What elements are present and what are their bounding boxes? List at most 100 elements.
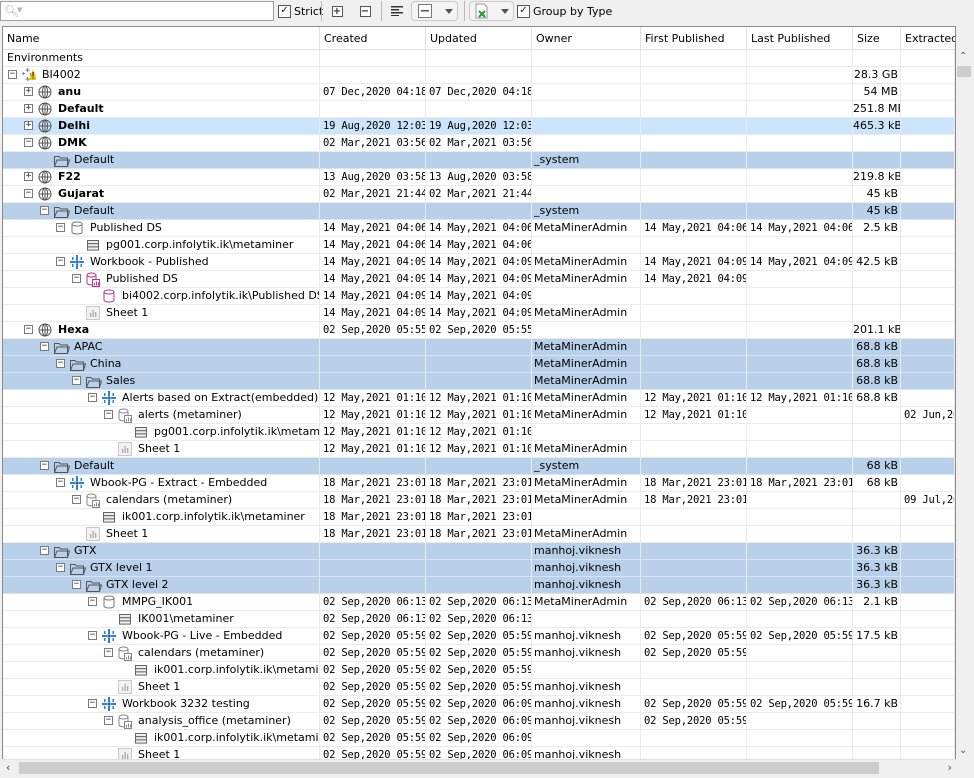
column-header-created[interactable]: Created xyxy=(320,27,426,50)
search-input[interactable] xyxy=(27,3,267,19)
tree-row[interactable]: − GTX level 1 manhoj.viknesh 36.3 kB xyxy=(3,560,955,577)
tree-row[interactable]: − analysis_office (metaminer) 02 Sep,2020 … xyxy=(3,713,955,730)
search-options-caret-icon[interactable]: ▼ xyxy=(17,6,22,14)
column-header-updated[interactable]: Updated xyxy=(426,27,532,50)
column-header-size[interactable]: Size xyxy=(853,27,901,50)
horizontal-scrollbar[interactable]: ‹ › xyxy=(2,759,956,775)
tree-row[interactable]: − APAC MetaMinerAdmin 68.8 kB xyxy=(3,339,955,356)
scroll-right-icon[interactable]: › xyxy=(948,761,952,774)
collapse-toggle-icon[interactable]: − xyxy=(104,410,113,419)
tree-row[interactable]: − Default _system 68 kB xyxy=(3,458,955,475)
tree-row[interactable]: bi4002.corp.infolytik.ik\Published DS 14 … xyxy=(3,288,955,305)
tree-row[interactable]: − MMPG_IK001 02 Sep,2020 06:13 02 Sep,2020 … xyxy=(3,594,955,611)
checkmark-icon[interactable]: ✓ xyxy=(517,4,530,18)
collapse-toggle-icon[interactable]: − xyxy=(72,376,81,385)
tree-row[interactable]: + F22 13 Aug,2020 03:58 13 Aug,2020 03:58 21… xyxy=(3,169,955,186)
tree-row[interactable]: ik001.corp.infolytik.ik\metaminer 02 Sep,… xyxy=(3,730,955,747)
collapse-toggle-icon[interactable]: − xyxy=(40,461,49,470)
collapse-toggle-icon[interactable]: − xyxy=(8,70,17,79)
collapse-toggle-icon[interactable]: − xyxy=(40,342,49,351)
tree-row[interactable]: − Alerts based on Extract(embedded) 12 May… xyxy=(3,390,955,407)
column-header-extracted[interactable]: Extracted xyxy=(901,27,955,50)
tree-row[interactable]: − Wbook-PG - Extract - Embedded 18 Mar,202… xyxy=(3,475,955,492)
scroll-down-icon[interactable]: ⌄ xyxy=(959,745,967,756)
tree-row[interactable]: − calendars (metaminer) 18 Mar,2021 23:01 1… xyxy=(3,492,955,509)
column-header-last-published[interactable]: Last Published xyxy=(747,27,853,50)
tree-row[interactable]: − Workbook 3232 testing 02 Sep,2020 05:59 0… xyxy=(3,696,955,713)
tree-row[interactable]: Environments xyxy=(3,50,955,67)
export-dropdown[interactable] xyxy=(469,1,514,21)
tree-row[interactable]: IK001\metaminer 02 Sep,2020 06:13 02 Sep,2… xyxy=(3,611,955,628)
column-header-first-published[interactable]: First Published xyxy=(641,27,747,50)
tree-row[interactable]: − Workbook - Published 14 May,2021 04:09 14… xyxy=(3,254,955,271)
tree-row[interactable]: − BI4002 28.3 GB xyxy=(3,67,955,84)
tree-row[interactable]: pg001.corp.infolytik.ik\metaminer12 May,… xyxy=(3,424,955,441)
tree-row[interactable]: − alerts (metaminer) 12 May,2021 01:10 12 M… xyxy=(3,407,955,424)
expand-toggle-icon[interactable]: + xyxy=(24,172,33,181)
tree-row[interactable]: Sheet 1 14 May,2021 04:09 14 May,2021 04:0… xyxy=(3,305,955,322)
tree-row[interactable]: pg001.corp.infolytik.ik\metaminer 14 May,… xyxy=(3,237,955,254)
collapse-toggle-icon[interactable]: − xyxy=(40,206,49,215)
strict-checkbox[interactable]: ✓ Strict xyxy=(278,3,323,19)
tree-row[interactable]: − Wbook-PG - Live - Embedded 02 Sep,2020 0… xyxy=(3,628,955,645)
updated-cell xyxy=(426,577,532,593)
tree-row[interactable]: − Default _system 45 kB xyxy=(3,203,955,220)
collapse-toggle-icon[interactable]: − xyxy=(56,478,65,487)
tree-row[interactable]: − China MetaMinerAdmin 68.8 kB xyxy=(3,356,955,373)
collapse-toggle-icon[interactable]: − xyxy=(88,699,97,708)
collapse-toggle-icon[interactable]: − xyxy=(56,257,65,266)
collapse-all-button[interactable]: − xyxy=(357,2,373,20)
tree-row[interactable]: Sheet 1 18 Mar,2021 23:01 18 Mar,2021 23:0… xyxy=(3,526,955,543)
tree-row[interactable]: − Published DS 14 May,2021 04:09 14 May,202… xyxy=(3,271,955,288)
tree-row[interactable]: + anu 07 Dec,2020 04:18 07 Dec,2020 04:18 54… xyxy=(3,84,955,101)
tree-row[interactable]: ik001.corp.infolytik.ik\metaminer 18 Mar,… xyxy=(3,509,955,526)
tree-row[interactable]: Default _system xyxy=(3,152,955,169)
tree-row[interactable]: Sheet 1 12 May,2021 01:10 12 May,2021 01:1… xyxy=(3,441,955,458)
collapse-toggle-icon[interactable]: − xyxy=(104,716,113,725)
scroll-up-icon[interactable]: ⌃ xyxy=(959,51,967,62)
vertical-scrollbar[interactable]: ⌃ ⌄ xyxy=(956,49,972,760)
scroll-left-icon[interactable]: ‹ xyxy=(6,761,10,774)
tree-row[interactable]: Sheet 1 02 Sep,2020 05:59 02 Sep,2020 05:5… xyxy=(3,679,955,696)
tree-row[interactable]: ik001.corp.infolytik.ik\metaminer 02 Sep,… xyxy=(3,662,955,679)
collapse-toggle-icon[interactable]: − xyxy=(24,138,33,147)
collapse-toggle-icon[interactable]: − xyxy=(88,597,97,606)
checkmark-icon[interactable]: ✓ xyxy=(278,4,291,18)
expand-toggle-icon[interactable]: + xyxy=(24,121,33,130)
collapse-toggle-icon[interactable]: − xyxy=(24,189,33,198)
tree-row[interactable]: − calendars (metaminer) 02 Sep,2020 05:59 0… xyxy=(3,645,955,662)
collapse-toggle-icon[interactable]: − xyxy=(104,648,113,657)
collapse-toggle-icon[interactable]: − xyxy=(56,223,65,232)
tree-row[interactable]: − Published DS 14 May,2021 04:06 14 May,202… xyxy=(3,220,955,237)
expand-all-button[interactable]: + xyxy=(329,2,345,20)
horizontal-scroll-thumb[interactable] xyxy=(19,762,879,774)
align-button[interactable] xyxy=(389,2,405,20)
search-box[interactable]: 🔍︎ ▼ xyxy=(0,1,274,21)
expand-toggle-icon[interactable]: + xyxy=(24,87,33,96)
collapse-toggle-icon[interactable]: − xyxy=(56,563,65,572)
first-published-cell: 18 Mar,2021 23:01 xyxy=(641,492,747,508)
tree-row[interactable]: − Sales MetaMinerAdmin 68.8 kB xyxy=(3,373,955,390)
tree-row[interactable]: + Default 251.8 MB xyxy=(3,101,955,118)
collapse-toggle-icon[interactable]: − xyxy=(72,274,81,283)
collapse-toggle-icon[interactable]: − xyxy=(88,631,97,640)
collapse-toggle-icon[interactable]: − xyxy=(40,546,49,555)
column-header-owner[interactable]: Owner xyxy=(532,27,641,50)
tree-row[interactable]: − Gujarat 02 Mar,2021 21:44 02 Mar,2021 21:… xyxy=(3,186,955,203)
collapse-toggle-icon[interactable]: − xyxy=(56,359,65,368)
tree-row[interactable]: − GTX level 2 manhoj.viknesh 36.3 kB xyxy=(3,577,955,594)
collapse-toggle-icon[interactable]: − xyxy=(72,495,81,504)
tree-row[interactable]: + Delhi 19 Aug,2020 12:03 19 Aug,2020 12:03… xyxy=(3,118,955,135)
group-by-type-checkbox[interactable]: ✓ Group by Type xyxy=(517,3,612,19)
expand-toggle-icon[interactable]: + xyxy=(24,104,33,113)
tree-row[interactable]: − Hexa 02 Sep,2020 05:55 02 Sep,2020 05:55 2… xyxy=(3,322,955,339)
collapse-toggle-icon[interactable]: − xyxy=(88,393,97,402)
tree-row[interactable]: − GTX manhoj.viknesh 36.3 kB xyxy=(3,543,955,560)
view-dropdown[interactable] xyxy=(411,1,458,21)
node-label: alerts (metaminer) xyxy=(138,408,242,421)
vertical-scroll-thumb[interactable] xyxy=(957,66,971,77)
column-header-name[interactable]: Name xyxy=(3,27,320,50)
tree-row[interactable]: − DMK 02 Mar,2021 03:56 02 Mar,2021 03:56 xyxy=(3,135,955,152)
collapse-toggle-icon[interactable]: − xyxy=(72,580,81,589)
collapse-toggle-icon[interactable]: − xyxy=(24,325,33,334)
